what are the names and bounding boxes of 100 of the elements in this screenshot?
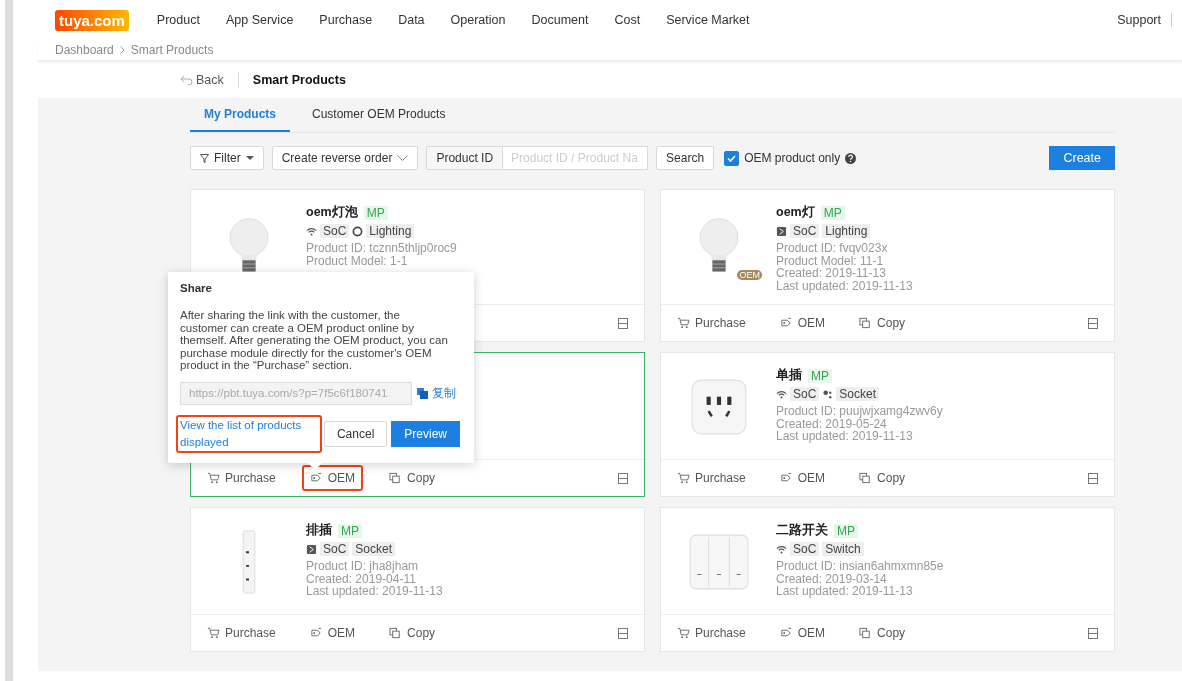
nav-menu-item[interactable]: Cost bbox=[614, 13, 641, 27]
product-card[interactable]: 单插 MP SoC Socket Product ID: puujwjxamg4zwv6y Created: 2019-05-24 Last updated: 2019-11-13 Purchase OEM Copy bbox=[660, 352, 1115, 497]
product-card[interactable]: 排插 MP SoC Socket Product ID: jha8jham Created: 2019-04-11 Last updated: 2019-11-13 Purchase OEM Copy bbox=[190, 507, 645, 652]
product-info: Created: 2019-04-11 bbox=[306, 572, 416, 585]
help-icon[interactable] bbox=[845, 152, 857, 164]
more-icon[interactable] bbox=[1088, 627, 1098, 639]
tag-icon bbox=[779, 627, 793, 639]
product-tag: Lighting bbox=[822, 224, 871, 238]
nav-menu-item[interactable]: Service Market bbox=[666, 13, 750, 27]
product-info: Product Model: 11-1 bbox=[776, 254, 884, 267]
card-action-button[interactable]: Copy bbox=[851, 310, 914, 336]
product-card[interactable]: OEM oem灯 MP SoC Lighting Product ID: fvqv023x Product Model: 11-1 Created: 2019-11-13 Last updated: 2019-11-13 Purchase OEM Copy bbox=[660, 189, 1115, 342]
card-action-button[interactable]: Purchase bbox=[669, 465, 754, 491]
product-tag: SoC bbox=[790, 224, 820, 238]
product-name: oem灯泡 bbox=[306, 204, 358, 221]
ring-icon bbox=[352, 225, 364, 237]
chip-icon bbox=[776, 225, 787, 237]
tag-icon bbox=[309, 627, 323, 639]
more-icon[interactable] bbox=[618, 317, 628, 329]
cart-icon bbox=[677, 472, 690, 484]
product-info: Last updated: 2019-11-13 bbox=[306, 585, 443, 598]
reverse-order-dropdown[interactable]: Create reverse order bbox=[271, 146, 419, 170]
product-info: Created: 2019-05-24 bbox=[776, 417, 887, 430]
more-icon[interactable] bbox=[618, 627, 628, 639]
nav-menu-item[interactable]: Purchase bbox=[319, 13, 373, 27]
copy-icon bbox=[859, 472, 873, 484]
card-action-button[interactable]: Purchase bbox=[199, 620, 284, 646]
cart-icon bbox=[207, 472, 220, 484]
product-name: 单插 bbox=[776, 367, 802, 384]
product-info: Product ID: jha8jham bbox=[306, 560, 420, 573]
product-info: Product ID: tcznn5thljp0roc9 bbox=[306, 242, 457, 255]
wifi-icon bbox=[776, 543, 787, 555]
nav-menu-item[interactable]: Data bbox=[398, 13, 425, 27]
status-badge: MP bbox=[338, 523, 362, 538]
product-name: oem灯 bbox=[776, 204, 815, 221]
status-badge: MP bbox=[808, 368, 832, 383]
tab[interactable]: My Products bbox=[190, 98, 290, 132]
product-tag: SoC bbox=[320, 542, 350, 556]
copy-icon bbox=[389, 472, 403, 484]
create-button[interactable]: Create bbox=[1049, 146, 1115, 170]
page-title: Smart Products bbox=[252, 72, 346, 87]
product-tag: Socket bbox=[836, 387, 880, 401]
cancel-button[interactable]: Cancel bbox=[323, 420, 388, 447]
cart-icon bbox=[677, 627, 690, 639]
product-info: Last updated: 2019-11-13 bbox=[776, 430, 914, 443]
copy-icon bbox=[859, 317, 873, 329]
product-tag: Socket bbox=[352, 542, 396, 556]
product-name: 二路开关 bbox=[776, 522, 828, 539]
card-action-button[interactable]: OEM bbox=[771, 620, 834, 646]
nav-menu-item[interactable]: App Service bbox=[225, 13, 294, 27]
search-type-dropdown[interactable]: Product ID bbox=[426, 146, 504, 170]
card-action-button[interactable]: Purchase bbox=[669, 310, 754, 336]
product-info: Created: 2019-11-13 bbox=[776, 267, 887, 280]
card-action-button[interactable]: Purchase bbox=[199, 465, 284, 491]
more-icon[interactable] bbox=[1088, 317, 1098, 329]
card-action-button[interactable]: OEM bbox=[771, 465, 834, 491]
tab[interactable]: Customer OEM Products bbox=[298, 98, 460, 132]
product-tag: SoC bbox=[320, 224, 350, 238]
oem-only-checkbox[interactable] bbox=[724, 150, 740, 166]
breadcrumb-item[interactable]: Dashboard bbox=[55, 43, 114, 57]
product-tag: SoC bbox=[790, 387, 820, 401]
dots-icon bbox=[822, 388, 834, 400]
product-info: Product ID: insian6ahmxmn85e bbox=[776, 560, 944, 573]
more-icon[interactable] bbox=[618, 472, 628, 484]
copy-icon bbox=[417, 387, 428, 399]
card-action-button[interactable]: Purchase bbox=[669, 620, 754, 646]
card-action-button[interactable]: OEM bbox=[301, 620, 364, 646]
back-link[interactable]: Back bbox=[180, 72, 224, 87]
nav-menu-item[interactable]: Product bbox=[156, 13, 200, 27]
more-icon[interactable] bbox=[1088, 472, 1098, 484]
status-badge: MP bbox=[363, 205, 388, 220]
status-badge: MP bbox=[834, 523, 858, 538]
product-name: 排插 bbox=[306, 522, 332, 539]
preview-button[interactable]: Preview bbox=[391, 420, 460, 447]
card-action-button[interactable]: OEM bbox=[771, 310, 834, 336]
filter-button[interactable]: Filter bbox=[190, 146, 264, 170]
card-action-button[interactable]: Copy bbox=[381, 620, 444, 646]
card-action-button[interactable]: Copy bbox=[851, 620, 914, 646]
chevron-down-icon bbox=[397, 155, 409, 161]
cart-icon bbox=[677, 317, 690, 329]
nav-menu-item[interactable]: Operation bbox=[450, 13, 506, 27]
breadcrumb-item: Smart Products bbox=[130, 43, 214, 57]
view-products-link[interactable]: View the list of products displayed bbox=[176, 414, 322, 453]
product-card[interactable]: 二路开关 MP SoC Switch Product ID: insian6ahmxmn85e Created: 2019-03-14 Last updated: 2019-11-13 Purchase OEM Copy bbox=[660, 507, 1115, 652]
product-info: Created: 2019-03-14 bbox=[776, 572, 888, 585]
support-link[interactable]: Support bbox=[1117, 13, 1161, 27]
nav-menu-item[interactable]: Document bbox=[531, 13, 589, 27]
copy-icon bbox=[859, 627, 873, 639]
back-arrow-icon bbox=[180, 74, 193, 85]
cart-icon bbox=[207, 627, 220, 639]
chip-icon bbox=[306, 543, 317, 555]
search-button[interactable]: Search bbox=[656, 146, 715, 170]
copy-link-button[interactable]: 复制 bbox=[417, 385, 456, 401]
card-action-button[interactable]: Copy bbox=[851, 465, 914, 491]
copy-icon bbox=[389, 627, 403, 639]
checkbox-label: OEM product only bbox=[744, 151, 841, 165]
card-action-button[interactable]: Copy bbox=[381, 465, 444, 491]
product-info: Product ID: puujwjxamg4zwv6y bbox=[776, 405, 943, 418]
product-info: Product Model: 1-1 bbox=[306, 254, 408, 267]
status-badge: MP bbox=[820, 205, 845, 220]
